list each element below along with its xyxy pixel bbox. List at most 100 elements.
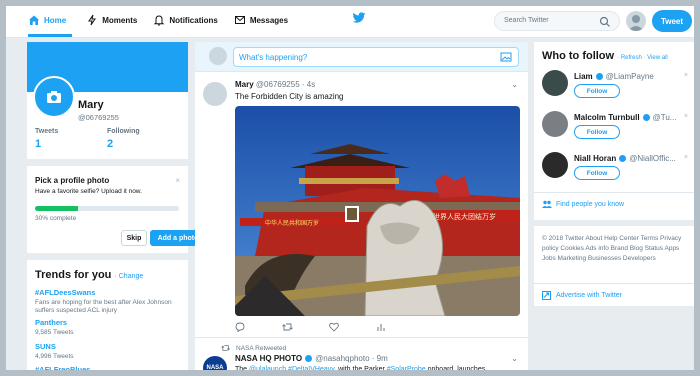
footer-divider (534, 283, 694, 284)
wtf-header: Who to follow · Refresh · View all (542, 50, 668, 62)
advertise-link[interactable]: Advertise with Twitter (542, 291, 622, 300)
tweets-stat[interactable]: Tweets 1 (35, 128, 58, 150)
trend-item[interactable]: #AFLDeesSwans Fans are hoping for the be… (35, 288, 185, 315)
nav-notifications-label: Notifications (169, 15, 218, 25)
follow-suggestion: Malcolm Turnbull @Tu... Follow × (542, 111, 690, 147)
follow-suggestion: Liam @LiamPayne Follow × (542, 70, 690, 106)
image-icon[interactable] (500, 51, 512, 63)
suggestion-avatar[interactable] (542, 111, 568, 137)
default-avatar-icon (628, 15, 644, 31)
skip-button[interactable]: Skip (121, 230, 147, 246)
tweet-button[interactable]: Tweet (652, 10, 692, 32)
dismiss-icon[interactable]: × (684, 113, 688, 120)
search-icon[interactable] (599, 16, 611, 28)
nav-home-label: Home (44, 15, 67, 25)
nav-messages[interactable]: Messages (234, 10, 288, 30)
suggestion-name: Malcolm Turnbull (574, 113, 640, 122)
trend-item[interactable]: SUNS 4,996 Tweets (35, 342, 185, 361)
tweet-text: The Forbidden City is amazing (235, 92, 344, 101)
trend-desc: 4,996 Tweets (35, 353, 74, 360)
suggestion-avatar[interactable] (542, 152, 568, 178)
trend-item[interactable]: Panthers 9,585 Tweets (35, 318, 185, 337)
progress-fill (35, 206, 79, 211)
tweet-photo[interactable]: 中华人民共和国万岁 世界人民大团结万岁 (235, 106, 520, 316)
follow-button[interactable]: Follow (574, 84, 620, 98)
suggestion-name-row[interactable]: Niall Horan @NiallOffic... (574, 154, 676, 163)
suggestion-name: Liam (574, 72, 593, 81)
nasa-avatar[interactable]: NASA (203, 356, 227, 376)
suggestion-handle: @LiamPayne (605, 72, 654, 81)
nav-messages-label: Messages (249, 15, 289, 25)
top-nav-bar: Home Moments Notifications Messages Sear… (0, 0, 700, 38)
advertise-label: Advertise with Twitter (556, 292, 623, 299)
chevron-down-icon[interactable]: ⌄ (511, 80, 518, 89)
retweet-handle[interactable]: @nasahqphoto · 9m (315, 354, 388, 363)
compose-input[interactable]: What's happening? (233, 47, 519, 67)
footer-links[interactable]: © 2018 Twitter About Help Center Terms P… (542, 234, 688, 264)
tweet-author-handle[interactable]: @06769255 (256, 80, 300, 89)
envelope-icon (234, 16, 245, 24)
advertise-icon (542, 291, 551, 300)
dismiss-icon[interactable]: × (684, 154, 688, 161)
find-people-label: Find people you know (556, 200, 625, 208)
tweet-author-name[interactable]: Mary (235, 80, 254, 89)
follow-button[interactable]: Follow (574, 166, 620, 180)
close-icon[interactable]: × (175, 176, 180, 185)
suggestion-avatar[interactable] (542, 70, 568, 96)
camera-icon (47, 91, 61, 103)
compose-placeholder: What's happening? (239, 53, 308, 62)
who-to-follow-card: Who to follow · Refresh · View all Liam @… (534, 42, 694, 220)
prompt-subtitle: Have a favorite selfie? Upload it now. (35, 188, 142, 195)
trends-card: Trends for you · Change #AFLDeesSwans Fa… (27, 260, 188, 376)
find-people-link[interactable]: Find people you know (542, 200, 624, 208)
suggestion-name-row[interactable]: Liam @LiamPayne (574, 72, 654, 81)
retweet-text-start: The (235, 366, 250, 373)
following-stat[interactable]: Following 2 (107, 128, 140, 150)
profile-handle[interactable]: @06769255 (78, 113, 119, 122)
people-icon (542, 200, 552, 208)
footer-card: © 2018 Twitter About Help Center Terms P… (534, 226, 694, 306)
search-placeholder: Search Twitter (504, 17, 549, 24)
bell-icon (153, 15, 165, 26)
trend-tag: #AFLDeesSwans (35, 288, 96, 297)
mention-link[interactable]: @ulalaunch (249, 366, 286, 373)
tweet-avatar[interactable] (203, 82, 227, 106)
verified-icon (642, 114, 650, 121)
profile-photo[interactable] (33, 76, 75, 118)
tweet-time[interactable]: · 4s (302, 80, 315, 89)
nav-moments[interactable]: Moments (86, 10, 137, 30)
follow-button[interactable]: Follow (574, 125, 620, 139)
nav-home[interactable]: Home (28, 10, 70, 30)
retweeted-label[interactable]: NASA Retweeted (236, 345, 286, 352)
wtf-divider (534, 192, 694, 193)
bar-chart-icon (377, 324, 385, 331)
retweet-author-name[interactable]: NASA HQ PHOTO (235, 354, 302, 363)
tweet-divider (195, 337, 528, 338)
search-input[interactable]: Search Twitter (494, 11, 620, 31)
like-button[interactable] (329, 322, 376, 334)
account-avatar[interactable] (626, 11, 646, 31)
trend-item[interactable]: #AFLFreoBlues (35, 365, 185, 374)
dismiss-icon[interactable]: × (684, 72, 688, 79)
hashtag-link[interactable]: #DeltaIVHeavy (288, 366, 334, 373)
home-icon (29, 15, 39, 25)
analytics-button[interactable] (376, 322, 423, 334)
suggestion-name-row[interactable]: Malcolm Turnbull @Tu... (574, 113, 676, 122)
tweet-header: Mary @06769255 · 4s (235, 80, 315, 89)
profile-name[interactable]: Mary (78, 99, 104, 111)
retweet-text-end: onboard, launches (425, 366, 486, 373)
nav-notifications[interactable]: Notifications (153, 10, 218, 30)
reply-button[interactable] (235, 322, 282, 334)
forbidden-city-photo: 中华人民共和国万岁 世界人民大团结万岁 (235, 106, 520, 316)
progress-text: 30% complete (35, 215, 77, 222)
heart-icon (329, 322, 339, 332)
trends-change-link[interactable]: · Change (114, 273, 143, 280)
hashtag-link[interactable]: #SolarProbe (387, 366, 426, 373)
twitter-bird-icon[interactable] (352, 12, 366, 24)
retweet-button[interactable] (282, 322, 329, 334)
chevron-down-icon[interactable]: ⌄ (511, 354, 518, 363)
wtf-links[interactable]: · Refresh · View all (617, 55, 668, 61)
retweet-icon (282, 323, 293, 331)
tweets-count: 1 (35, 138, 42, 150)
verified-icon (595, 73, 603, 80)
